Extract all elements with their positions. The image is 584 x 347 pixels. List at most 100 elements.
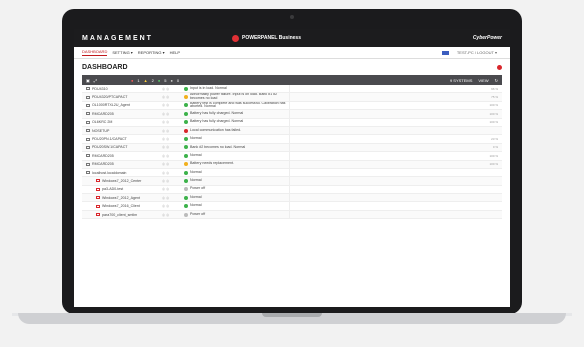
table-row[interactable]: RMCARD205 ◎ ◎ Battery needs replacement. 10… — [82, 160, 502, 169]
device-name-cell[interactable]: Windows7_2012_Agent — [82, 196, 162, 200]
load-value: 23 % — [491, 137, 498, 142]
device-name: pa3-AD0-test — [102, 187, 124, 192]
device-actions[interactable]: ◎ ◎ — [162, 204, 184, 208]
device-name-cell[interactable]: Windows7_2016_Client — [82, 204, 162, 208]
device-actions[interactable]: ◎ ◎ — [162, 103, 184, 107]
page-title: DASHBOARD — [82, 63, 128, 71]
device-actions[interactable]: ◎ ◎ — [162, 112, 184, 116]
device-name: PDU20PN.1/CAPACT — [92, 137, 127, 142]
device-name: PDU4310 — [92, 86, 108, 91]
vm-icon — [96, 187, 100, 191]
table-row[interactable]: Windows7_2012_Center ◎ ◎ Normal — [82, 177, 502, 186]
status-icon — [184, 178, 188, 183]
critical-icon[interactable]: ● — [131, 78, 133, 83]
menu-reporting[interactable]: REPORTING ▾ — [138, 50, 165, 55]
status-cell: Power off — [184, 210, 290, 219]
device-actions[interactable]: ◎ ◎ — [162, 95, 184, 99]
table-row[interactable]: NOSETUP ◎ ◎ Local communication has failed… — [82, 126, 502, 136]
device-name: PDU20SW.1/CAPACT — [92, 145, 128, 150]
device-name-cell[interactable]: localhost.localdomain — [82, 171, 162, 175]
device-actions[interactable]: ◎ ◎ — [162, 179, 184, 183]
table-row[interactable]: OL6KRC 2M ◎ ◎ Battery has fully charged. N… — [82, 118, 502, 127]
device-actions[interactable]: ◎ ◎ — [162, 196, 184, 200]
status-icon — [184, 86, 188, 91]
device-actions[interactable]: ◎ ◎ — [162, 213, 184, 217]
table-row[interactable]: PDU4310 ◎ ◎ Input is in load. Normal 96 % — [82, 85, 502, 94]
device-actions[interactable]: ◎ ◎ — [162, 87, 184, 91]
metrics-cell: 100 % — [290, 120, 502, 124]
status-message: Local communication has failed. — [190, 127, 242, 132]
metrics-cell: 0 % — [290, 145, 502, 149]
menu-help[interactable]: HELP — [170, 50, 180, 55]
device-actions[interactable]: ◎ ◎ — [162, 154, 184, 158]
device-name-cell[interactable]: pa3-AD0-test — [82, 187, 162, 191]
menu-setting[interactable]: SETTING ▾ — [112, 50, 132, 55]
user-area: TEST-PC / LOGOUT ▾ — [441, 50, 502, 55]
device-name-cell[interactable]: RMCARD205 — [82, 112, 162, 116]
table-row[interactable]: Windows7_2016_Client ◎ ◎ Normal — [82, 202, 502, 211]
status-message: Normal — [190, 178, 202, 183]
device-name-cell[interactable]: PDU4320/PTCAPACT — [82, 95, 162, 99]
table-row[interactable]: RMCARD205 ◎ ◎ Normal 100 % — [82, 152, 502, 161]
table-row[interactable]: Windows7_2012_Agent ◎ ◎ Normal — [82, 194, 502, 203]
refresh-icon[interactable]: ↻ — [495, 78, 498, 83]
table-row[interactable]: pa3-AD0-test ◎ ◎ Power off — [82, 185, 502, 195]
offline-icon[interactable]: ● — [171, 78, 173, 83]
normal-icon[interactable]: ● — [158, 78, 160, 83]
device-name-cell[interactable]: PDU20PN.1/CAPACT — [82, 137, 162, 141]
brand: POWERPANEL Business — [232, 34, 473, 42]
status-cell: Normal — [184, 202, 290, 210]
user-menu[interactable]: TEST-PC / LOGOUT ▾ — [457, 50, 497, 55]
view-button[interactable]: VIEW — [478, 78, 488, 83]
systems-count[interactable]: 9 SYSTEMS — [450, 78, 472, 83]
table-row[interactable]: para700_client_smtlm ◎ ◎ Power off — [82, 210, 502, 220]
device-name-cell[interactable]: para700_client_smtlm — [82, 213, 162, 217]
load-value: 100 % — [489, 120, 498, 125]
metrics-cell: 96 % — [290, 87, 502, 91]
flag-icon[interactable] — [441, 50, 449, 55]
status-message: Input is in load. Normal — [190, 85, 227, 90]
device-name-cell[interactable]: PDU20SW.1/CAPACT — [82, 145, 162, 149]
load-value: 100 % — [489, 162, 498, 167]
status-message: Normal — [190, 169, 202, 174]
device-actions[interactable]: ◎ ◎ — [162, 187, 184, 191]
device-actions[interactable]: ◎ ◎ — [162, 129, 184, 133]
table-row[interactable]: PDU4320/PTCAPACT ◎ ◎ Abnormality power fai… — [82, 93, 502, 102]
device-actions[interactable]: ◎ ◎ — [162, 171, 184, 175]
status-cell: Battery has fully charged. Normal — [184, 110, 290, 118]
device-actions[interactable]: ◎ ◎ — [162, 120, 184, 124]
device-name-cell[interactable]: RMCARD205 — [82, 162, 162, 166]
normal-count: 5 — [164, 77, 167, 83]
layout-icon[interactable]: ▣ — [86, 78, 90, 83]
expand-icon[interactable]: ⤢ — [94, 78, 97, 83]
device-name-cell[interactable]: PDU4310 — [82, 87, 162, 91]
device-actions[interactable]: ◎ ◎ — [162, 145, 184, 149]
device-name-cell[interactable]: RMCARD205 — [82, 154, 162, 158]
device-actions[interactable]: ◎ ◎ — [162, 137, 184, 141]
table-row[interactable]: RMCARD205 ◎ ◎ Battery has fully charged. N… — [82, 110, 502, 119]
table-row[interactable]: PDU20SW.1/CAPACT ◎ ◎ Bank #2 becomes no lo… — [82, 143, 502, 153]
menu-dashboard[interactable]: DASHBOARD — [82, 49, 108, 56]
offline-count: 0 — [176, 77, 180, 83]
device-name-cell[interactable]: NOSETUP — [82, 129, 162, 133]
device-name: para700_client_smtlm — [102, 212, 138, 217]
status-icon — [184, 120, 188, 125]
table-row[interactable]: OL1000RTXL2U_Agent ◎ ◎ Battery test is com… — [82, 101, 502, 111]
table-row[interactable]: localhost.localdomain ◎ ◎ Normal — [82, 168, 502, 178]
device-name-cell[interactable]: OL6KRC 2M — [82, 120, 162, 124]
status-cell: Normal — [184, 168, 290, 177]
status-message: Normal — [190, 136, 202, 141]
device-name: RMCARD205 — [92, 111, 114, 116]
load-value: 75 % — [491, 95, 498, 100]
device-name-cell[interactable]: OL1000RTXL2U_Agent — [82, 103, 162, 107]
table-row[interactable]: PDU20PN.1/CAPACT ◎ ◎ Normal 23 % — [82, 135, 502, 144]
status-cell: Battery needs replacement. — [184, 160, 290, 168]
device-name-cell[interactable]: Windows7_2012_Center — [82, 179, 162, 183]
status-cell: Local communication has failed. — [184, 126, 290, 135]
alert-icon[interactable] — [497, 64, 502, 70]
load-value: 0 % — [492, 145, 498, 150]
warning-icon[interactable]: ▲ — [144, 78, 148, 83]
device-actions[interactable]: ◎ ◎ — [162, 162, 184, 166]
status-icon — [184, 187, 188, 192]
title-row: DASHBOARD — [74, 59, 510, 75]
